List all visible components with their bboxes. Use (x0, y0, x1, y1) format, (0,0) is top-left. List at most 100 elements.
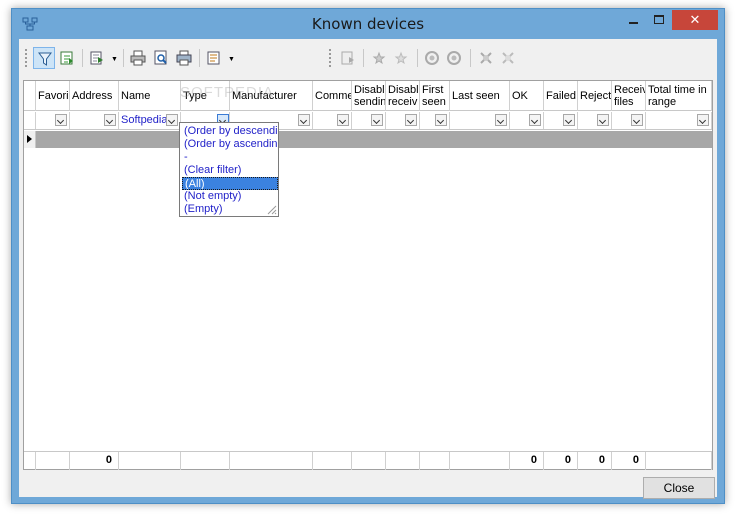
client-area: ▼ ▼ Favori Address Name Type Manufacture… (19, 39, 717, 499)
quick-print-button[interactable] (173, 47, 195, 69)
resize-grip-icon[interactable] (265, 203, 277, 215)
filter-dropdown-icon[interactable] (337, 114, 349, 126)
toolbar-separator (363, 49, 364, 67)
enable-icon (502, 52, 514, 64)
filter-name-value: Softpedia (121, 114, 168, 126)
column-header-rejected[interactable]: Reject (578, 81, 612, 111)
filter-dropdown-icon[interactable] (435, 114, 447, 126)
export-excel-button[interactable] (56, 47, 78, 69)
export-dropdown-arrow-icon[interactable]: ▼ (111, 56, 118, 63)
filter-icon (38, 52, 52, 66)
filter-cell-first-seen[interactable] (420, 112, 450, 129)
disable-device-button[interactable] (475, 47, 497, 69)
filter-button[interactable] (33, 47, 55, 69)
filter-cell-last-seen[interactable] (450, 112, 510, 129)
print-button[interactable] (127, 47, 149, 69)
filter-cell-rejected[interactable] (578, 112, 612, 129)
filter-cell-comment[interactable] (313, 112, 352, 129)
print-preview-button[interactable] (150, 47, 172, 69)
window-title: Known devices (311, 15, 425, 33)
column-header-ok[interactable]: OK (510, 81, 544, 111)
toolbar-grip[interactable] (329, 49, 332, 67)
column-header-received-files[interactable]: Receiv files (612, 81, 646, 111)
toolbar: ▼ ▼ (23, 44, 713, 72)
softpedia-watermark: SOFTPEDIA (180, 84, 275, 101)
column-header-first-seen[interactable]: First seen (420, 81, 450, 111)
filter-cell-favorite[interactable] (36, 112, 70, 129)
disable-icon (480, 52, 492, 64)
filter-dropdown-icon[interactable] (104, 114, 116, 126)
export-button[interactable] (86, 47, 108, 69)
filter-dropdown-icon[interactable] (55, 114, 67, 126)
column-header-disable-receiving[interactable]: Disable receiv (386, 81, 420, 111)
column-header-name[interactable]: Name (119, 81, 181, 111)
filter-cell-address[interactable] (70, 112, 119, 129)
dropdown-item-clear-filter[interactable]: (Clear filter) (182, 164, 278, 177)
current-row-indicator-icon (24, 131, 36, 148)
column-header-total-time[interactable]: Total time in range (646, 81, 712, 111)
export-icon (60, 51, 73, 65)
columns-icon (207, 51, 220, 65)
column-header-failed[interactable]: Failed (544, 81, 578, 111)
column-header-comment[interactable]: Comme (313, 81, 352, 111)
totals-address: 0 (70, 452, 119, 470)
filter-dropdown-icon[interactable] (697, 114, 709, 126)
dropdown-item-order-ascending[interactable]: (Order by ascending) (182, 138, 278, 151)
add-favorite-button[interactable] (368, 47, 390, 69)
table-row[interactable] (24, 131, 712, 148)
dropdown-item-order-descending[interactable]: (Order by descending) (182, 125, 278, 138)
columns-button[interactable] (203, 47, 225, 69)
filter-dropdown-icon[interactable] (371, 114, 383, 126)
column-header-favorite[interactable]: Favori (36, 81, 70, 111)
maximize-button[interactable] (646, 10, 672, 30)
filter-dropdown-icon[interactable] (529, 114, 541, 126)
filter-dropdown-icon[interactable] (166, 114, 178, 126)
filter-cell-ok[interactable] (510, 112, 544, 129)
toolbar-grip[interactable] (25, 49, 28, 67)
window-close-button[interactable]: ✕ (672, 10, 718, 30)
filter-row-indicator (24, 112, 36, 129)
totals-received-files: 0 (612, 452, 646, 470)
enable-device-button[interactable] (497, 47, 519, 69)
export-dropdown-icon (90, 51, 103, 65)
totals-cell (24, 452, 36, 470)
filter-cell-total-time[interactable] (646, 112, 712, 129)
filter-dropdown-icon[interactable] (563, 114, 575, 126)
filter-dropdown-icon[interactable] (405, 114, 417, 126)
dropdown-item-not-empty[interactable]: (Not empty) (182, 190, 278, 203)
ping-button[interactable] (421, 47, 443, 69)
column-header-disable-sending[interactable]: Disable sendin (352, 81, 386, 111)
filter-cell-received-files[interactable] (612, 112, 646, 129)
dropdown-separator: - (184, 151, 188, 163)
type-filter-dropdown[interactable]: (Order by descending) (Order by ascendin… (179, 122, 279, 217)
dropdown-item-empty[interactable]: (Empty) (182, 203, 278, 216)
minimize-button[interactable] (620, 10, 646, 30)
import-icon (341, 51, 354, 65)
filter-cell-disable-receiving[interactable] (386, 112, 420, 129)
toolbar-separator (123, 49, 124, 67)
dropdown-item-all[interactable]: (All) (182, 177, 278, 190)
title-bar[interactable]: Known devices ✕ (12, 9, 724, 39)
close-button[interactable]: Close (643, 477, 715, 499)
filter-dropdown-icon[interactable] (631, 114, 643, 126)
filter-dropdown-icon[interactable] (298, 114, 310, 126)
import-button[interactable] (337, 47, 359, 69)
totals-cell (352, 452, 386, 470)
minimize-icon (629, 22, 638, 24)
filter-cell-disable-sending[interactable] (352, 112, 386, 129)
filter-cell-failed[interactable] (544, 112, 578, 129)
columns-dropdown-arrow-icon[interactable]: ▼ (228, 56, 235, 63)
totals-row: 0 0 0 0 0 (24, 451, 712, 470)
filter-dropdown-icon[interactable] (495, 114, 507, 126)
column-header-address[interactable]: Address (70, 81, 119, 111)
filter-dropdown-icon[interactable] (597, 114, 609, 126)
row-header-corner (24, 81, 36, 111)
totals-failed: 0 (544, 452, 578, 470)
devices-grid[interactable]: Favori Address Name Type Manufacturer Co… (23, 80, 713, 470)
ping-all-button[interactable] (443, 47, 465, 69)
remove-favorite-button[interactable] (390, 47, 412, 69)
filter-cell-name[interactable]: Softpedia (119, 112, 181, 129)
close-icon: ✕ (689, 12, 701, 27)
column-header-last-seen[interactable]: Last seen (450, 81, 510, 111)
toolbar-separator (82, 49, 83, 67)
